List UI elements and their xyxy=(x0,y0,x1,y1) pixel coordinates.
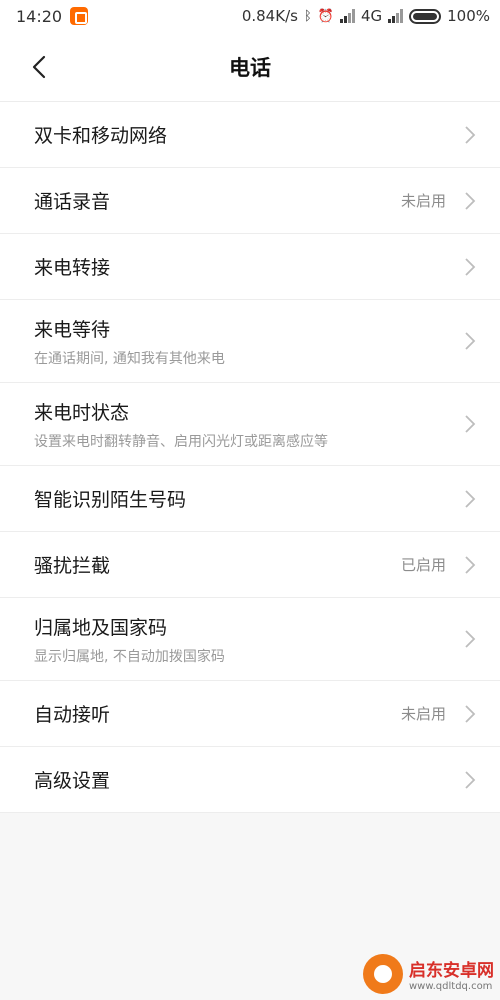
signal-strength-icon xyxy=(339,9,355,23)
chevron-left-icon xyxy=(32,55,46,79)
item-title: 双卡和移动网络 xyxy=(34,125,168,147)
item-status: 未启用 xyxy=(400,192,446,210)
status-time: 14:20 xyxy=(16,6,63,26)
item-title: 归属地及国家码 xyxy=(34,616,168,639)
chevron-right-icon xyxy=(465,555,476,574)
chevron-right-icon xyxy=(465,704,476,723)
chevron-right-icon xyxy=(465,125,476,144)
item-subtitle: 显示归属地, 不自动加拨国家码 xyxy=(34,648,225,665)
settings-list: 双卡和移动网络 通话录音 未启用 来电转接 来电等待 在通话期间, 通知我有其他… xyxy=(0,102,500,813)
network-type: 4G xyxy=(360,7,383,25)
settings-item-dual-sim[interactable]: 双卡和移动网络 xyxy=(0,102,500,168)
network-speed: 0.84K/s xyxy=(241,7,298,25)
chevron-right-icon xyxy=(465,770,476,789)
settings-item-auto-answer[interactable]: 自动接听 未启用 xyxy=(0,681,500,747)
item-title: 高级设置 xyxy=(34,770,111,792)
item-status: 未启用 xyxy=(400,705,446,723)
chevron-right-icon xyxy=(465,191,476,210)
item-title: 来电等待 xyxy=(34,318,111,341)
bluetooth-icon: ᛒ xyxy=(303,8,312,24)
watermark: 启东安卓网 www.qdltdq.com xyxy=(363,954,494,994)
settings-item-incoming-call-state[interactable]: 来电时状态 设置来电时翻转静音、启用闪光灯或距离感应等 xyxy=(0,383,500,466)
chevron-right-icon xyxy=(465,257,476,276)
page-title: 电话 xyxy=(229,55,271,80)
status-bar-right: 0.84K/s ᛒ ⏰ 4G 100% xyxy=(242,7,490,25)
battery-percent: 100% xyxy=(447,7,490,25)
item-title: 自动接听 xyxy=(34,704,111,726)
item-title: 来电时状态 xyxy=(34,401,130,424)
settings-item-advanced[interactable]: 高级设置 xyxy=(0,747,500,813)
item-subtitle: 设置来电时翻转静音、启用闪光灯或距离感应等 xyxy=(34,433,328,450)
item-title: 智能识别陌生号码 xyxy=(34,489,187,511)
signal-strength-secondary-icon xyxy=(388,9,404,23)
battery-icon xyxy=(409,8,442,24)
item-title: 来电转接 xyxy=(34,257,111,279)
page-header: 电话 xyxy=(0,32,500,102)
status-bar: 14:20 0.84K/s ᛒ ⏰ 4G 100% xyxy=(0,0,500,32)
watermark-logo-icon xyxy=(363,954,403,994)
settings-item-unknown-number-id[interactable]: 智能识别陌生号码 xyxy=(0,466,500,532)
watermark-name: 启东安卓网 xyxy=(409,961,494,981)
app-notification-icon xyxy=(70,7,89,25)
chevron-right-icon xyxy=(465,415,476,433)
chevron-right-icon xyxy=(465,489,476,508)
item-status: 已启用 xyxy=(400,556,446,574)
settings-item-call-forwarding[interactable]: 来电转接 xyxy=(0,234,500,300)
settings-item-spam-block[interactable]: 骚扰拦截 已启用 xyxy=(0,532,500,598)
status-bar-left: 14:20 xyxy=(16,6,89,26)
chevron-right-icon xyxy=(465,332,476,350)
item-title: 骚扰拦截 xyxy=(34,555,111,577)
settings-item-location-country-code[interactable]: 归属地及国家码 显示归属地, 不自动加拨国家码 xyxy=(0,598,500,681)
alarm-icon: ⏰ xyxy=(317,8,334,24)
watermark-url: www.qdltdq.com xyxy=(409,981,493,992)
chevron-right-icon xyxy=(465,630,476,648)
settings-item-call-recording[interactable]: 通话录音 未启用 xyxy=(0,168,500,234)
item-subtitle: 在通话期间, 通知我有其他来电 xyxy=(34,350,225,367)
settings-item-call-waiting[interactable]: 来电等待 在通话期间, 通知我有其他来电 xyxy=(0,300,500,383)
back-button[interactable] xyxy=(22,50,56,84)
item-title: 通话录音 xyxy=(34,191,111,213)
